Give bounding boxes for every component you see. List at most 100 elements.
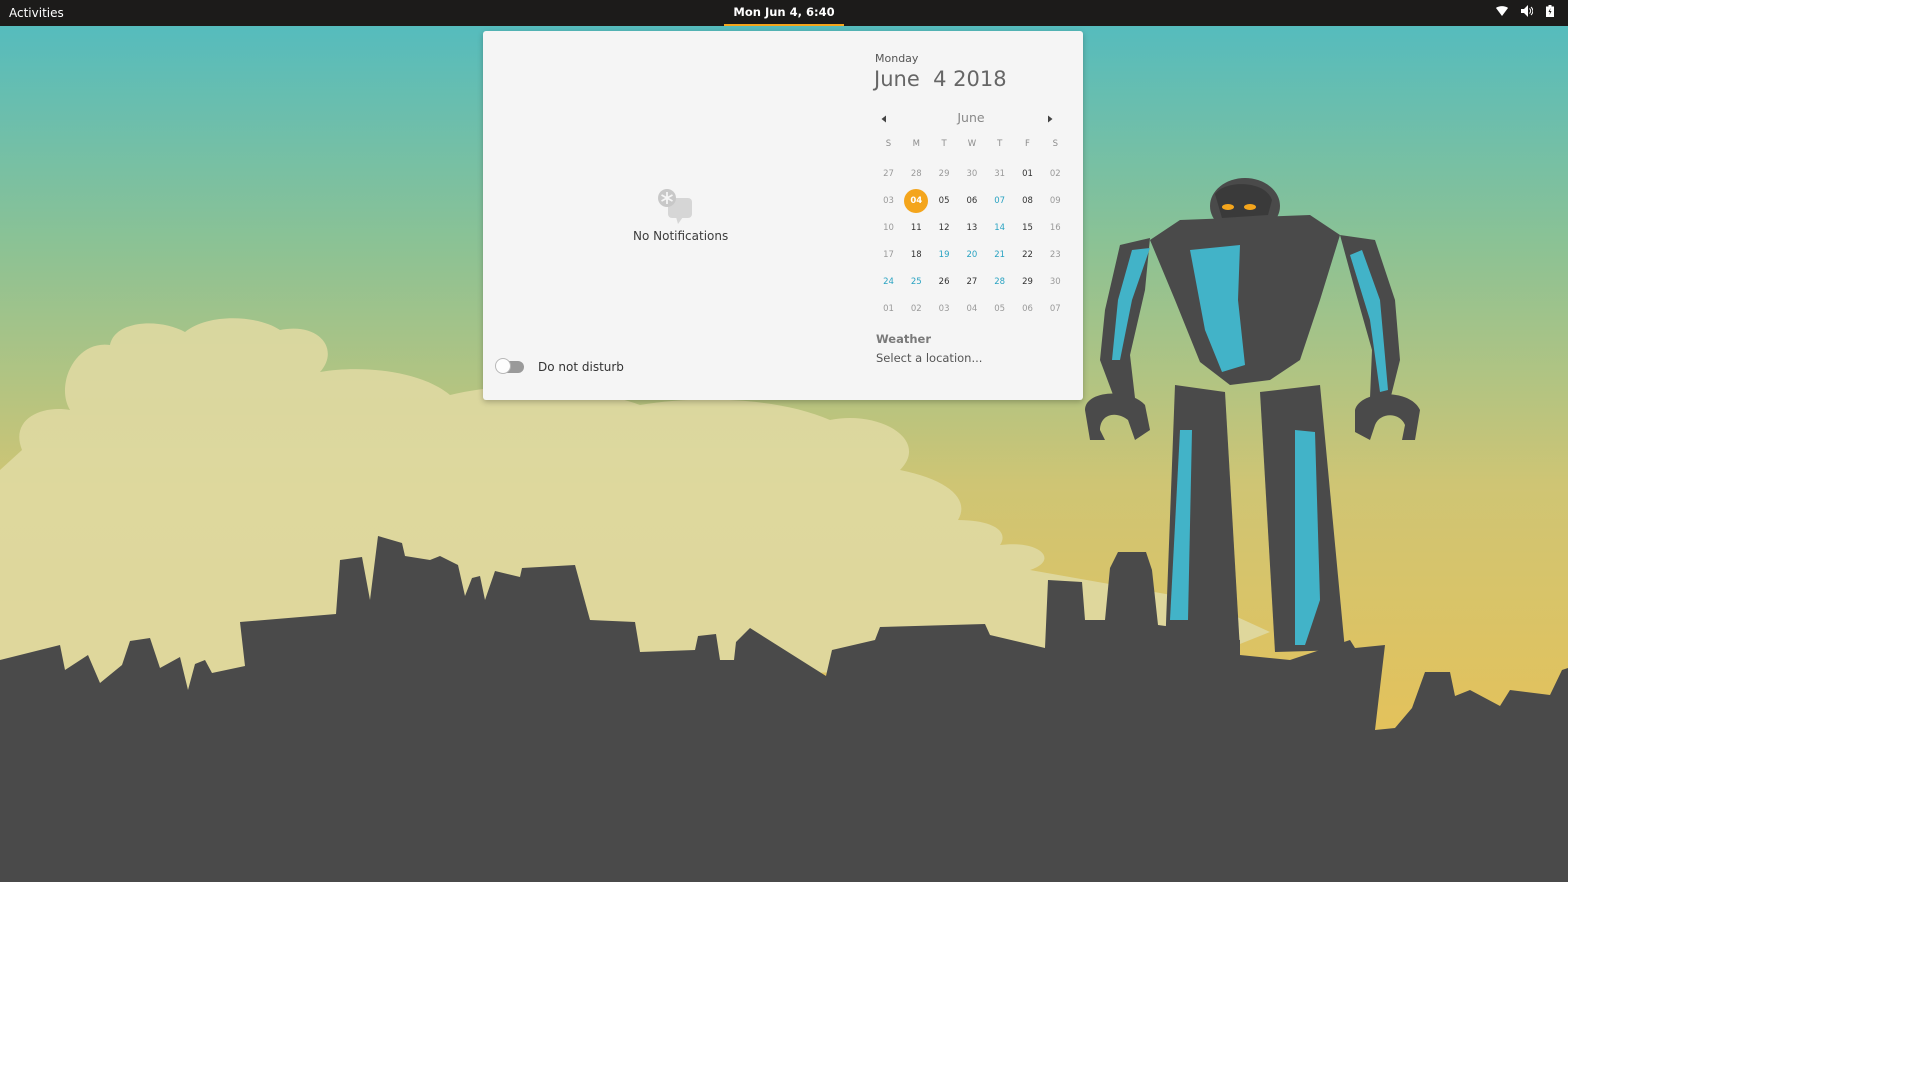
calendar-day[interactable]: 06 <box>958 190 985 212</box>
calendar-day-number: 07 <box>994 196 1006 206</box>
calendar-day-today[interactable]: 04 <box>903 189 930 213</box>
next-month-button[interactable] <box>1043 112 1057 126</box>
chevron-right-icon <box>1048 115 1053 123</box>
weekday-header: M <box>912 139 920 149</box>
calendar-day-number: 11 <box>910 223 922 233</box>
calendar-day-number: 27 <box>966 277 978 287</box>
no-notifications-icon <box>658 189 692 224</box>
calendar-day-number: 29 <box>938 169 950 179</box>
calendar-day[interactable]: 06 <box>1014 298 1041 320</box>
calendar-day-number: 27 <box>883 169 894 179</box>
calendar-day[interactable]: 13 <box>958 217 985 239</box>
weekday-header: S <box>885 139 892 149</box>
calendar-day[interactable]: 31 <box>986 163 1013 185</box>
calendar-day[interactable]: 28 <box>986 271 1013 293</box>
calendar-day-number: 03 <box>938 304 950 314</box>
do-not-disturb-row: Do not disturb <box>495 358 624 374</box>
calendar-day[interactable]: 25 <box>903 271 930 293</box>
calendar-day[interactable]: 15 <box>1014 217 1041 239</box>
wifi-icon <box>1496 6 1508 16</box>
calendar-day[interactable]: 09 <box>1042 190 1069 212</box>
calendar-day[interactable]: 17 <box>875 244 902 266</box>
calendar-day-number: 16 <box>1049 223 1061 233</box>
calendar-day-number: 26 <box>938 277 950 287</box>
weekday-header: F <box>1025 139 1030 149</box>
calendar-day[interactable]: 24 <box>875 271 902 293</box>
calendar-day-number: 07 <box>1049 304 1061 314</box>
calendar-day[interactable]: 21 <box>986 244 1013 266</box>
calendar-day-number: 06 <box>1022 304 1033 314</box>
calendar-day-number: 12 <box>938 223 950 233</box>
weekday-header: T <box>941 139 947 149</box>
calendar-day-number: 30 <box>1049 277 1061 287</box>
calendar-day-number: 22 <box>1022 250 1033 260</box>
do-not-disturb-switch[interactable] <box>495 358 524 374</box>
clock-button[interactable]: Mon Jun 4, 6:40 AM <box>724 0 844 44</box>
calendar-day-number: 08 <box>1022 196 1033 206</box>
calendar-day-number: 23 <box>1049 250 1061 260</box>
calendar-day[interactable]: 02 <box>1042 163 1069 185</box>
calendar-day-number: 10 <box>883 223 894 233</box>
calendar-day[interactable]: 03 <box>875 190 902 212</box>
calendar-day[interactable]: 02 <box>903 298 930 320</box>
calendar-day[interactable]: 16 <box>1042 217 1069 239</box>
activities-button[interactable]: Activities <box>9 6 64 20</box>
full-date-heading[interactable]: June 4 2018 <box>874 67 1007 91</box>
calendar-day-number: 05 <box>938 196 950 206</box>
calendar-day-number: 13 <box>966 223 978 233</box>
calendar-day-number: 28 <box>910 169 922 179</box>
calendar-day-number: 29 <box>1022 277 1033 287</box>
calendar-day-number: 31 <box>994 169 1006 179</box>
calendar-day[interactable]: 23 <box>1042 244 1069 266</box>
calendar-day[interactable]: 07 <box>1042 298 1069 320</box>
calendar-day[interactable]: 11 <box>903 217 930 239</box>
calendar-day[interactable]: 14 <box>986 217 1013 239</box>
calendar-day-number: 02 <box>1049 169 1061 179</box>
calendar-day[interactable]: 28 <box>903 163 930 185</box>
calendar-day[interactable]: 20 <box>958 244 985 266</box>
calendar-day[interactable]: 08 <box>1014 190 1041 212</box>
weekday-header: W <box>967 139 977 149</box>
calendar-day[interactable]: 05 <box>931 190 958 212</box>
calendar-day-number: 04 <box>966 304 978 314</box>
calendar-day[interactable]: 22 <box>1014 244 1041 266</box>
calendar-day[interactable]: 29 <box>1014 271 1041 293</box>
calendar-day-number: 18 <box>910 250 922 260</box>
calendar-day[interactable]: 18 <box>903 244 930 266</box>
date-menu-popover: No Notifications Do not disturb Monday J… <box>483 31 1083 400</box>
calendar-day[interactable]: 04 <box>958 298 985 320</box>
system-tray[interactable] <box>1496 5 1554 17</box>
calendar-day[interactable]: 19 <box>931 244 958 266</box>
calendar-day[interactable]: 26 <box>931 271 958 293</box>
calendar-day[interactable]: 01 <box>875 298 902 320</box>
calendar-day[interactable]: 12 <box>931 217 958 239</box>
weekday-header: S <box>1052 139 1058 149</box>
weather-location-button[interactable]: Select a location... <box>876 351 982 365</box>
notification-placeholder: No Notifications <box>633 189 729 243</box>
weather-title: Weather <box>876 332 931 346</box>
calendar-day-number: 05 <box>994 304 1006 314</box>
calendar-day[interactable]: 29 <box>931 163 958 185</box>
switch-knob <box>495 358 511 374</box>
battery-icon <box>1546 5 1554 17</box>
no-notifications-label: No Notifications <box>633 229 729 243</box>
calendar-day[interactable]: 07 <box>986 190 1013 212</box>
calendar-day[interactable]: 10 <box>875 217 902 239</box>
calendar-day-number: 17 <box>883 250 894 260</box>
calendar-day-number: 21 <box>994 250 1006 260</box>
calendar-day-number: 30 <box>966 169 978 179</box>
calendar-day-number: 01 <box>883 304 894 314</box>
calendar-day[interactable]: 01 <box>1014 163 1041 185</box>
calendar-day-number: 09 <box>1049 196 1061 206</box>
weather-section: Weather Select a location... <box>876 332 982 365</box>
calendar-day[interactable]: 03 <box>931 298 958 320</box>
calendar-day[interactable]: 30 <box>1042 271 1069 293</box>
calendar-day-number: 24 <box>883 277 894 287</box>
calendar-day-number: 04 <box>910 196 923 206</box>
month-navigation: June <box>875 108 1067 128</box>
calendar-day-number: 02 <box>910 304 922 314</box>
calendar-day[interactable]: 27 <box>958 271 985 293</box>
calendar-day[interactable]: 30 <box>958 163 985 185</box>
calendar-day[interactable]: 27 <box>875 163 902 185</box>
calendar-day[interactable]: 05 <box>986 298 1013 320</box>
